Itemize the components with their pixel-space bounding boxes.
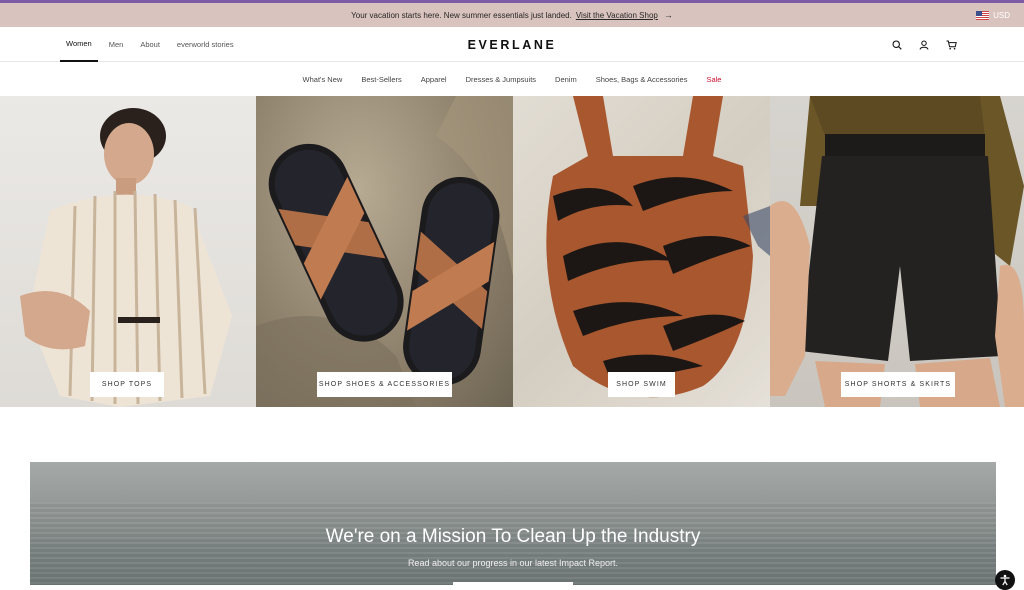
nav-men[interactable]: Men [109,27,124,62]
shop-shoes-accessories-button[interactable]: SHOP SHOES & ACCESSORIES [317,372,452,397]
vacation-shop-link[interactable]: Visit the Vacation Shop [576,11,658,20]
category-nav: What's New Best-Sellers Apparel Dresses … [0,62,1024,96]
accessibility-icon[interactable] [995,570,1015,590]
us-flag-icon [976,10,990,20]
site-header: Women Men About everworld stories EVERLA… [0,27,1024,62]
category-sale[interactable]: Sale [706,75,721,84]
black-shorts-image [770,96,1024,407]
tiger-swimsuit-image [546,96,770,398]
shop-swim-button[interactable]: SHOP SWIM [608,372,675,397]
promo-text: Your vacation starts here. New summer es… [351,10,572,20]
category-shoes-bags-accessories[interactable]: Shoes, Bags & Accessories [596,75,688,84]
account-icon[interactable] [919,40,929,50]
category-dresses-jumpsuits[interactable]: Dresses & Jumpsuits [466,75,536,84]
header-icons [875,27,957,62]
mission-banner: We're on a Mission To Clean Up the Indus… [30,462,996,585]
category-best-sellers[interactable]: Best-Sellers [361,75,401,84]
currency-label: USD [993,10,1010,20]
tile-shorts[interactable]: SHOP SHORTS & SKIRTS [770,96,1024,407]
shop-tops-button[interactable]: SHOP TOPS [90,372,164,397]
tile-tops[interactable]: SHOP TOPS [0,96,256,407]
shop-shorts-skirts-button[interactable]: SHOP SHORTS & SKIRTS [841,372,955,397]
search-icon[interactable] [892,39,902,50]
primary-nav: Women Men About everworld stories [60,27,251,62]
cart-icon[interactable] [946,40,957,50]
arrow-right-icon[interactable]: → [664,10,673,20]
site-logo[interactable]: EVERLANE [468,38,557,52]
model-striped-dress-image [20,108,232,407]
nav-women[interactable]: Women [60,27,98,62]
promo-banner: Your vacation starts here. New summer es… [0,3,1024,27]
category-tiles: SHOP TOPS SHOP SHOES & ACCESSORIES SHOP … [0,96,1024,407]
sandals-image [256,96,513,407]
tile-shoes[interactable]: SHOP SHOES & ACCESSORIES [256,96,513,407]
mission-title: We're on a Mission To Clean Up the Indus… [325,526,701,547]
currency-selector[interactable]: USD [976,3,1010,27]
nav-about[interactable]: About [140,27,160,62]
category-denim[interactable]: Denim [555,75,577,84]
tile-swim[interactable]: SHOP SWIM [513,96,770,407]
category-whats-new[interactable]: What's New [303,75,343,84]
nav-everworld-stories[interactable]: everworld stories [177,27,234,62]
mission-subtitle: Read about our progress in our latest Im… [407,558,619,568]
category-apparel[interactable]: Apparel [421,75,447,84]
